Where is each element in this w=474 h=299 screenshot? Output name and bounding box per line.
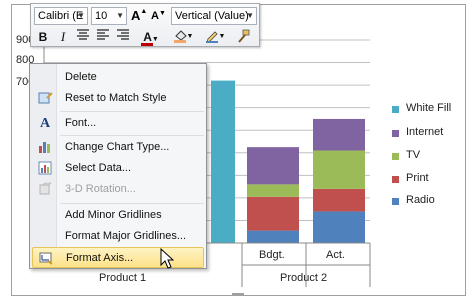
font-color-icon: A [143,30,152,44]
menu-item-label: 3-D Rotation... [65,183,136,195]
grow-font-button[interactable]: A▲ [131,8,147,24]
menu-separator [60,111,204,112]
bar-segment-internet [247,147,299,185]
menu-item-font[interactable]: A Font... [32,113,204,134]
align-center-icon [77,29,89,40]
format-painter-icon [238,29,250,43]
menu-item-label: Change Chart Type... [65,141,170,153]
legend-label: Print [406,172,429,184]
menu-item-label: Reset to Match Style [65,92,167,104]
bar-segment-radio [247,230,299,243]
legend-swatch [392,106,399,113]
outline-color-button[interactable]: ▼ [203,29,227,45]
bar-segment-internet [313,118,365,151]
chart-type-icon [37,140,53,155]
menu-item-delete[interactable]: Delete [32,67,204,88]
italic-button[interactable]: I [55,29,71,45]
fill-color-button[interactable]: ▼ [171,29,195,45]
x-tick-label-act: Act. [326,249,345,261]
align-right-button[interactable] [115,29,131,45]
align-center-button[interactable] [75,29,91,45]
font-icon: A [39,116,51,131]
legend-swatch [392,130,399,137]
shrink-font-button[interactable]: A▼ [151,10,167,26]
chevron-down-icon: ▼ [77,11,85,20]
legend-label: TV [406,149,421,161]
align-right-icon [117,29,129,40]
menu-item-format-axis[interactable]: Format Axis... [32,247,204,268]
chevron-down-icon: ▼ [246,11,254,20]
mouse-cursor-icon [160,248,174,269]
chart-element-dropdown[interactable]: Vertical (Value) ▼ [171,7,257,25]
menu-separator [60,203,204,204]
menu-item-label: Add Minor Gridlines [65,209,162,221]
menu-item-label: Format Axis... [66,252,134,264]
mini-toolbar: Calibri (E ▼ 10 ▼ A▲ A▼ Vertical (Value)… [30,3,260,47]
menu-item-format-major-gridlines[interactable]: Format Major Gridlines... [32,226,204,247]
menu-item-3d-rotation: 3-D Rotation... [32,179,204,200]
paint-bucket-icon [173,30,187,43]
bar-segment-print [313,188,365,212]
italic-icon: I [60,29,66,44]
menu-item-label: Format Major Gridlines... [65,230,187,242]
menu-item-label: Font... [65,117,97,129]
legend-swatch [392,198,399,205]
x-tick-label-bdgt: Bdgt. [259,249,285,261]
chart-element-value: Vertical (Value) [175,10,249,22]
shrink-font-icon: A [151,10,159,22]
rotation-icon [37,182,53,197]
bar-white-fill [211,80,235,243]
menu-separator [60,135,204,136]
menu-item-change-chart-type[interactable]: Change Chart Type... [32,137,204,158]
reset-style-icon [37,91,53,106]
bold-icon: B [38,30,48,44]
menu-item-reset-to-match-style[interactable]: Reset to Match Style [32,88,204,109]
chart-bars [211,80,365,243]
menu-item-label: Select Data... [65,162,132,174]
format-axis-icon [38,251,54,266]
font-size-value: 10 [95,10,108,22]
grow-font-icon: A [131,8,141,23]
bar-segment-print [247,196,299,231]
menu-item-add-minor-gridlines[interactable]: Add Minor Gridlines [32,205,204,226]
bold-button[interactable]: B [35,29,51,45]
x-category-product-2: Product 2 [280,272,328,284]
select-data-icon [37,161,53,176]
bar-segment-tv [313,150,365,189]
align-left-button[interactable] [95,29,111,45]
chevron-down-icon: ▼ [116,11,124,20]
menu-item-select-data[interactable]: Select Data... [32,158,204,179]
bar-segment-radio [313,211,365,243]
font-color-swatch [141,43,153,46]
legend-label: Internet [406,126,444,138]
font-size-dropdown[interactable]: 10 ▼ [91,7,127,25]
font-name-dropdown[interactable]: Calibri (E ▼ [34,7,88,25]
legend-label: Radio [406,194,435,206]
bar-segment-tv [247,184,299,197]
context-menu: Delete Reset to Match Style A Font... Ch… [29,63,207,269]
menu-item-label: Delete [65,71,97,83]
align-left-icon [97,29,109,40]
format-painter-button[interactable] [235,29,251,45]
legend-swatch [392,176,399,183]
legend-label: White Fill [406,102,452,114]
font-color-button[interactable]: A▼ [139,29,163,46]
x-category-product-1: Product 1 [99,272,147,284]
pencil-icon [205,31,218,43]
legend-swatch [392,153,399,160]
